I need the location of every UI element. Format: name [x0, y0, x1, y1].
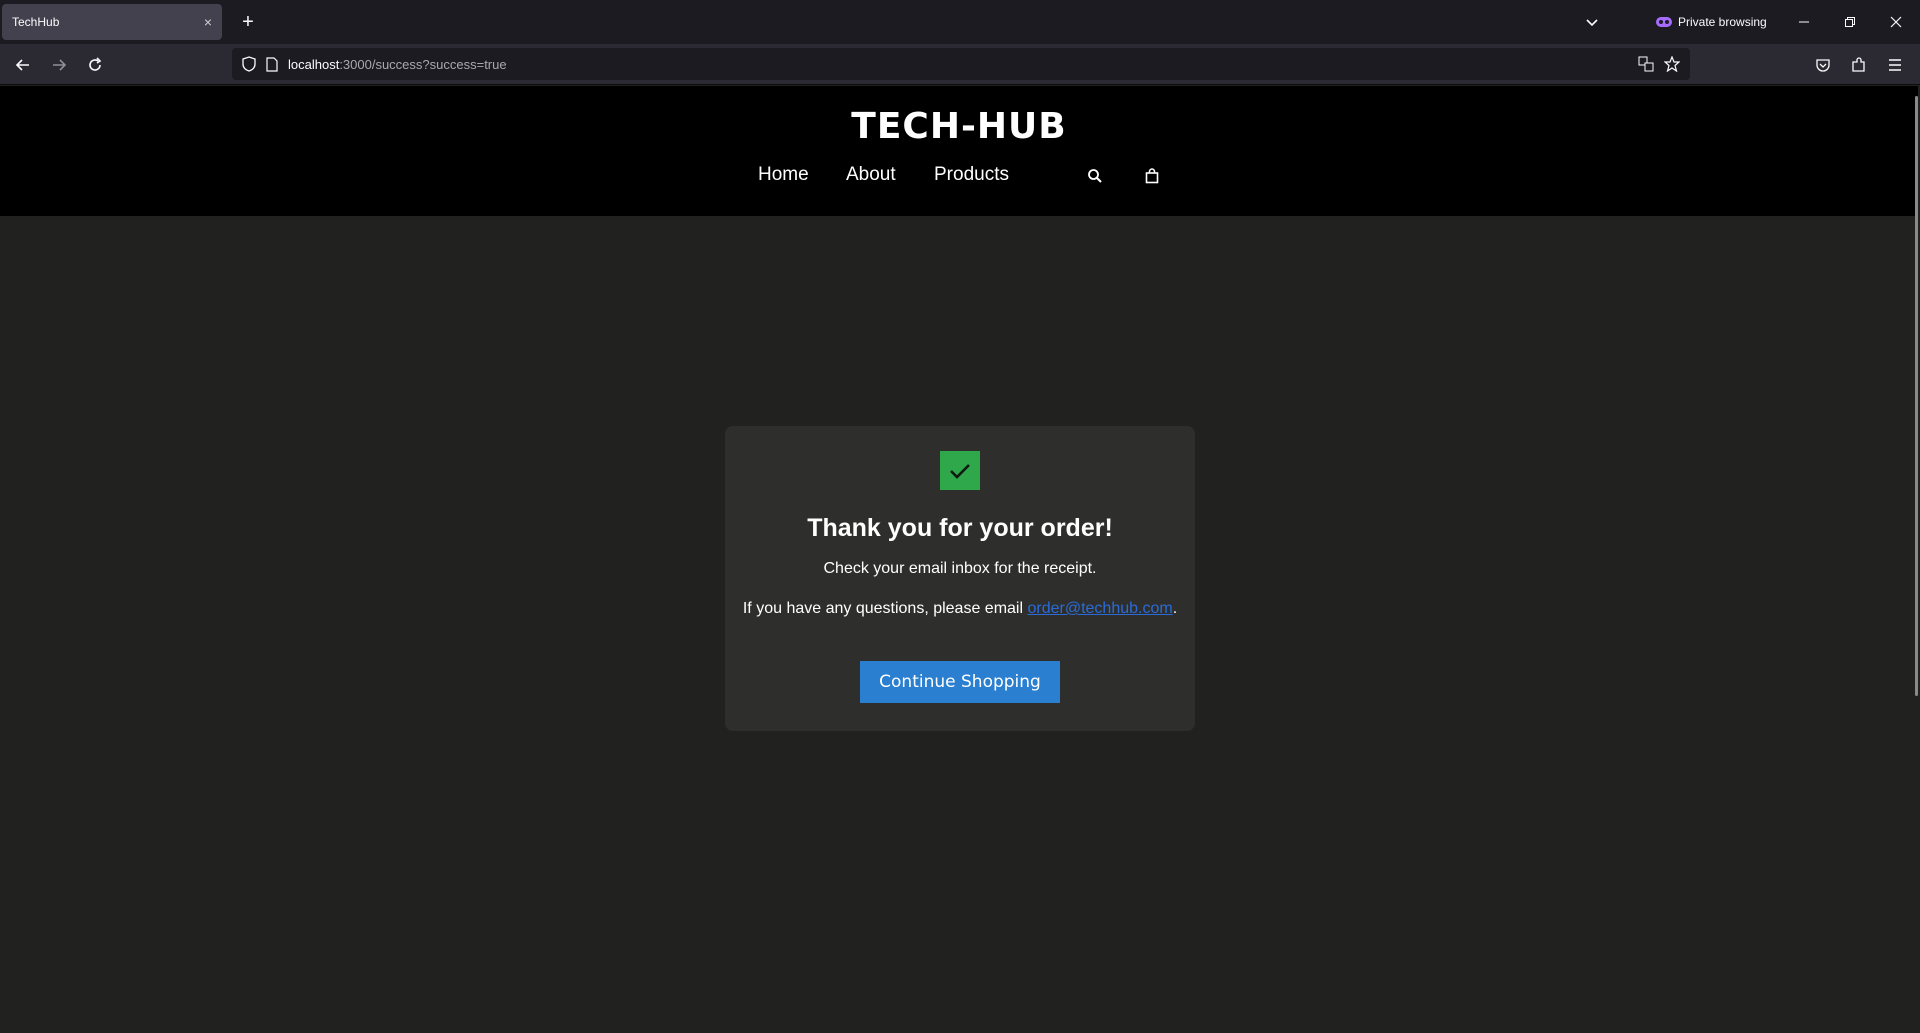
nav-products[interactable]: Products	[934, 164, 1009, 186]
pocket-icon	[1816, 59, 1830, 72]
url-path: :3000/success?success=true	[339, 56, 507, 72]
search-icon[interactable]	[1085, 166, 1105, 186]
private-browsing-indicator: Private browsing	[1656, 12, 1767, 32]
contact-prefix: If you have any questions, please email	[742, 600, 1028, 617]
restore-button[interactable]	[1836, 8, 1864, 36]
restore-icon	[1845, 17, 1855, 27]
reload-icon	[89, 57, 102, 71]
arrow-left-icon	[15, 59, 29, 71]
tab-title: TechHub	[12, 15, 60, 29]
page-icon[interactable]	[266, 56, 278, 72]
browser-tab-bar: TechHub × + Private browsing	[0, 0, 1920, 44]
nav-about[interactable]: About	[846, 164, 896, 186]
shopping-bag-icon[interactable]	[1142, 166, 1162, 186]
page-scrollbar[interactable]	[1915, 96, 1918, 696]
new-tab-button[interactable]: +	[234, 8, 262, 36]
url-host: localhost	[288, 56, 340, 72]
forward-button[interactable]	[44, 50, 74, 80]
puzzle-icon	[1852, 57, 1865, 72]
minimize-icon	[1799, 21, 1809, 23]
close-icon	[1890, 16, 1902, 28]
arrow-right-icon	[53, 59, 67, 71]
shield-icon[interactable]	[242, 56, 256, 72]
site-header: TECH-HUB Home About Products	[0, 86, 1918, 216]
receipt-message: Check your email inbox for the receipt.	[823, 560, 1097, 577]
site-logo[interactable]: TECH-HUB	[0, 106, 1918, 147]
url-text[interactable]: localhost:3000/success?success=true	[288, 57, 507, 72]
reload-button[interactable]	[80, 50, 110, 80]
extensions-button[interactable]	[1844, 50, 1874, 80]
contact-message: If you have any questions, please email …	[725, 600, 1195, 618]
success-title: Thank you for your order!	[807, 514, 1113, 542]
back-button[interactable]	[8, 50, 38, 80]
hamburger-icon	[1889, 59, 1901, 71]
private-mask-icon	[1656, 17, 1672, 27]
main-nav: Home About Products	[0, 164, 1918, 194]
pocket-button[interactable]	[1808, 50, 1838, 80]
list-all-tabs-button[interactable]	[1578, 8, 1606, 36]
contact-suffix: .	[1172, 600, 1178, 617]
minimize-button[interactable]	[1790, 8, 1818, 36]
close-window-button[interactable]	[1882, 8, 1910, 36]
chevron-down-icon	[1586, 19, 1598, 27]
contact-email-link[interactable]: order@techhub.com	[1027, 600, 1172, 617]
browser-toolbar: localhost:3000/success?success=true	[0, 44, 1920, 85]
checkmark-icon	[940, 451, 980, 490]
page-viewport: TECH-HUB Home About Products Thank you f…	[0, 86, 1920, 1033]
browser-tab[interactable]: TechHub ×	[2, 4, 222, 40]
translate-icon[interactable]	[1638, 56, 1654, 72]
star-icon[interactable]	[1664, 56, 1680, 72]
order-success-card: Thank you for your order! Check your ema…	[725, 426, 1195, 731]
menu-button[interactable]	[1880, 50, 1910, 80]
url-bar[interactable]: localhost:3000/success?success=true	[232, 48, 1690, 80]
nav-home[interactable]: Home	[758, 164, 809, 186]
private-browsing-label: Private browsing	[1678, 15, 1767, 29]
tab-close-icon[interactable]: ×	[204, 14, 212, 30]
continue-shopping-button[interactable]: Continue Shopping	[860, 661, 1060, 703]
